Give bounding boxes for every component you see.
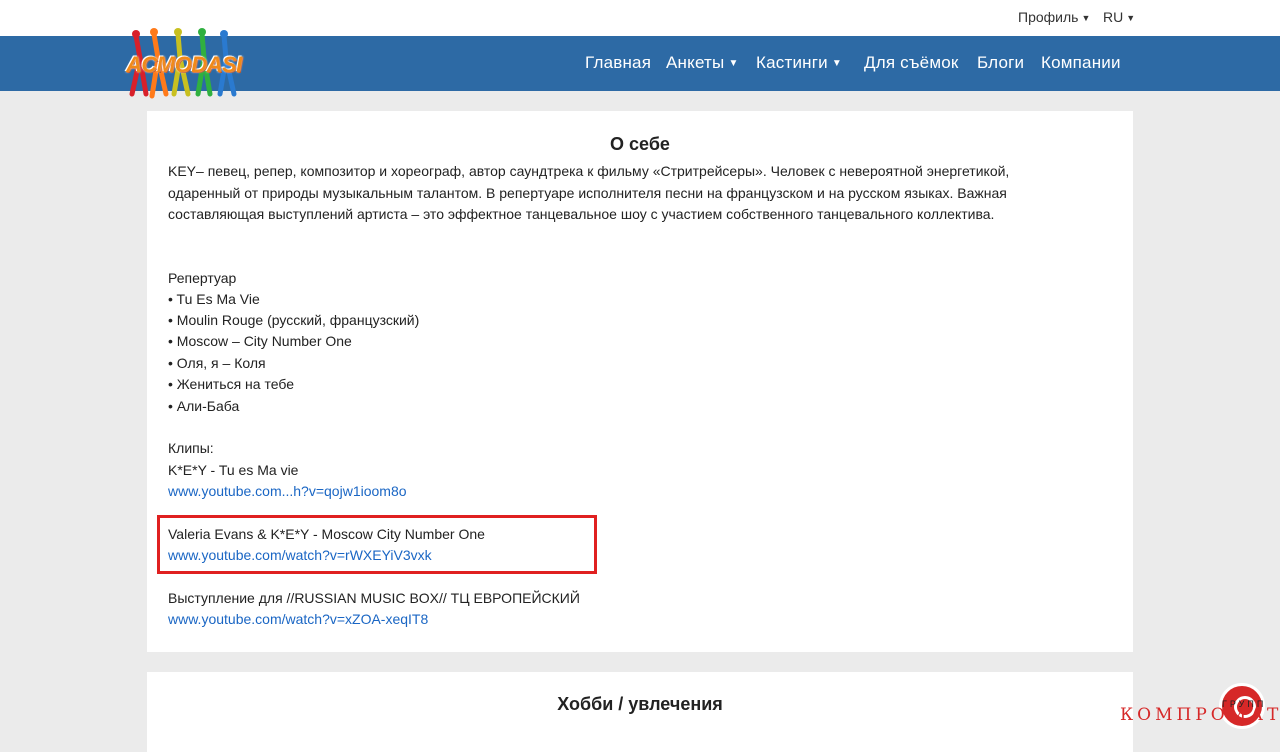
nav-castings[interactable]: Кастинги ▼ <box>756 53 842 73</box>
about-title: О себе <box>610 134 670 154</box>
nav-blogs[interactable]: Блоги <box>977 53 1024 73</box>
repertoire-item: • Tu Es Ma Vie <box>168 291 260 307</box>
chevron-down-icon: ▼ <box>831 58 842 69</box>
profile-dropdown[interactable]: Профиль ▼ <box>1018 9 1090 25</box>
about-intro: KEY– певец, репер, композитор и хореогра… <box>168 163 1010 222</box>
repertoire-title: Репертуар <box>168 270 237 286</box>
youtube-link[interactable]: www.youtube.com...h?v=qojw1ioom8o <box>168 483 407 499</box>
clips-title: Клипы: <box>168 440 214 456</box>
repertoire-item: • Оля, я – Коля <box>168 355 266 371</box>
repertoire-item: • Али-Баба <box>168 398 240 414</box>
highlight-annotation <box>157 515 597 574</box>
nav-companies[interactable]: Компании <box>1041 53 1121 73</box>
nav-profiles-label: Анкеты <box>666 53 725 72</box>
repertoire-item: • Moscow – City Number One <box>168 333 352 349</box>
profile-label: Профиль <box>1018 9 1079 25</box>
repertoire-item: • Жениться на тебе <box>168 376 294 392</box>
nav-filming[interactable]: Для съёмок <box>864 53 959 73</box>
repertoire-item: • Moulin Rouge (русский, французский) <box>168 312 420 328</box>
nav-castings-label: Кастинги <box>756 53 828 72</box>
youtube-link[interactable]: www.youtube.com/watch?v=xZOA-xeqIT8 <box>168 611 428 627</box>
nav-home[interactable]: Главная <box>585 53 651 73</box>
clip-link[interactable]: www.youtube.com/watch?v=xZOA-xeqIT8 <box>168 609 428 631</box>
chevron-down-icon: ▼ <box>1081 13 1091 23</box>
nav-profiles[interactable]: Анкеты ▼ <box>666 53 739 73</box>
hobbies-title: Хобби / увлечения <box>557 694 723 714</box>
site-logo[interactable]: ACMODASI <box>122 28 252 100</box>
clip-link[interactable]: www.youtube.com...h?v=qojw1ioom8o <box>168 481 407 503</box>
language-label: RU <box>1103 9 1124 25</box>
clip-title: Выступление для //RUSSIAN MUSIC BOX// ТЦ… <box>168 590 580 606</box>
hobbies-card: Хобби / увлечения <box>147 672 1133 752</box>
chevron-down-icon: ▼ <box>728 58 739 69</box>
chevron-down-icon: ▼ <box>1126 13 1136 23</box>
language-dropdown[interactable]: RU ▼ <box>1103 9 1135 25</box>
clip-title: K*E*Y - Tu es Ma vie <box>168 462 299 478</box>
watermark-text: КОМПРОМАТ <box>1120 705 1280 725</box>
logo-text: ACMODASI <box>126 52 242 77</box>
